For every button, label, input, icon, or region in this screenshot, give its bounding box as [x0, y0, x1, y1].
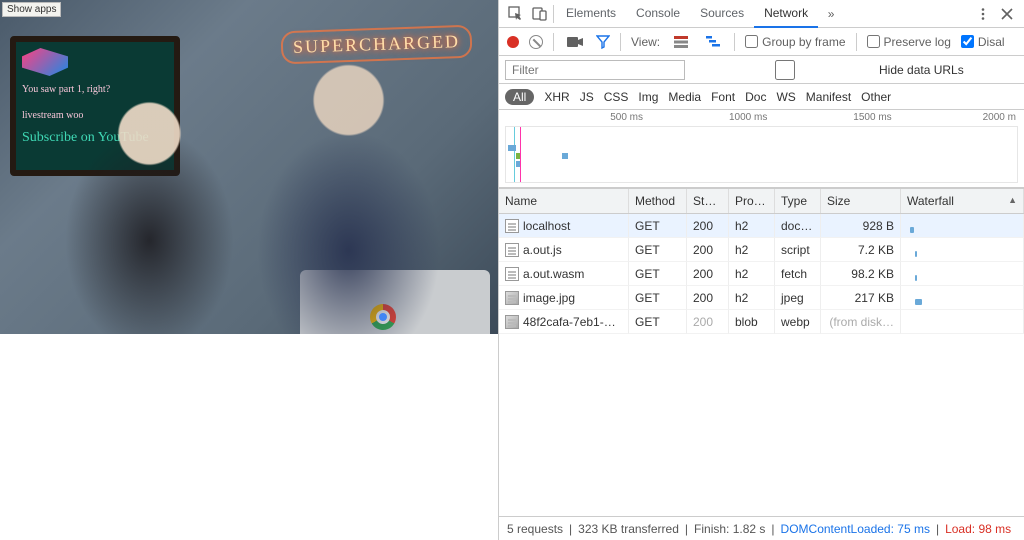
col-protocol: Pro…: [729, 189, 775, 213]
type-img[interactable]: Img: [638, 90, 658, 104]
file-icon: [505, 315, 519, 329]
file-icon: [505, 291, 519, 305]
status-load: Load: 98 ms: [945, 522, 1011, 536]
tab-network[interactable]: Network: [754, 0, 818, 28]
col-name: Name: [499, 189, 629, 213]
type-css[interactable]: CSS: [604, 90, 629, 104]
type-manifest[interactable]: Manifest: [806, 90, 851, 104]
status-finish: Finish: 1.82 s: [694, 522, 765, 536]
show-apps-tooltip: Show apps: [2, 2, 61, 17]
chalkboard: You saw part 1, right? livestream woo Su…: [10, 36, 180, 176]
table-row[interactable]: image.jpgGET200h2jpeg217 KB: [499, 286, 1024, 310]
type-ws[interactable]: WS: [776, 90, 795, 104]
type-media[interactable]: Media: [668, 90, 701, 104]
devtools-panel: Elements Console Sources Network »: [498, 0, 1024, 540]
filter-toggle-icon[interactable]: [596, 35, 610, 49]
type-font[interactable]: Font: [711, 90, 735, 104]
sort-indicator-icon: ▲: [1008, 195, 1017, 205]
more-tabs-icon[interactable]: »: [820, 3, 842, 25]
devtools-tabbar: Elements Console Sources Network »: [499, 0, 1024, 28]
camera-icon[interactable]: [564, 31, 586, 53]
close-devtools-icon[interactable]: [996, 3, 1018, 25]
table-row[interactable]: a.out.jsGET200h2script7.2 KB: [499, 238, 1024, 262]
type-all[interactable]: All: [505, 89, 534, 105]
col-waterfall: Waterfall▲: [901, 189, 1024, 213]
type-xhr[interactable]: XHR: [544, 90, 569, 104]
clear-button[interactable]: [529, 35, 543, 49]
inspect-element-icon[interactable]: [505, 3, 527, 25]
timeline-overview[interactable]: 500 ms 1000 ms 1500 ms 2000 m: [499, 110, 1024, 188]
waterfall-view-icon[interactable]: [702, 31, 724, 53]
table-row[interactable]: a.out.wasmGET200h2fetch98.2 KB: [499, 262, 1024, 286]
filter-input[interactable]: [505, 60, 685, 80]
device-toolbar-icon[interactable]: [529, 3, 551, 25]
type-other[interactable]: Other: [861, 90, 891, 104]
status-requests: 5 requests: [507, 522, 563, 536]
video-frame: Show apps You saw part 1, right? livestr…: [0, 0, 498, 334]
view-label: View:: [631, 35, 660, 49]
file-icon: [505, 243, 519, 257]
type-js[interactable]: JS: [580, 90, 594, 104]
neon-sign: SUPERCHARGED: [280, 25, 472, 65]
laptop: [300, 270, 490, 334]
status-bar: 5 requests| 323 KB transferred| Finish: …: [499, 516, 1024, 540]
tab-elements[interactable]: Elements: [556, 0, 626, 27]
col-size: Size: [821, 189, 901, 213]
network-toolbar: View: Group by frame Preserve log Disal: [499, 28, 1024, 56]
table-row[interactable]: 48f2cafa-7eb1-…GET200blobwebp(from disk…: [499, 310, 1024, 334]
video-pane: Show apps You saw part 1, right? livestr…: [0, 0, 498, 540]
col-type: Type: [775, 189, 821, 213]
polymer-logo: [22, 48, 68, 76]
filter-row: Hide data URLs: [499, 56, 1024, 84]
file-icon: [505, 267, 519, 281]
large-rows-icon[interactable]: [670, 31, 692, 53]
col-method: Method: [629, 189, 687, 213]
hide-data-urls-checkbox[interactable]: Hide data URLs: [695, 60, 964, 80]
type-doc[interactable]: Doc: [745, 90, 766, 104]
group-by-frame-checkbox[interactable]: Group by frame: [745, 35, 845, 49]
type-filter-row: All XHR JS CSS Img Media Font Doc WS Man…: [499, 84, 1024, 110]
col-status: Sta…: [687, 189, 729, 213]
preserve-log-checkbox[interactable]: Preserve log: [867, 35, 951, 49]
kebab-menu-icon[interactable]: [972, 3, 994, 25]
requests-table: Name Method Sta… Pro… Type Size Waterfal…: [499, 188, 1024, 516]
table-row[interactable]: localhostGET200h2doc…928 B: [499, 214, 1024, 238]
chrome-logo-icon: [370, 304, 396, 330]
tab-sources[interactable]: Sources: [690, 0, 754, 27]
tab-console[interactable]: Console: [626, 0, 690, 27]
file-icon: [505, 219, 519, 233]
status-dcl: DOMContentLoaded: 75 ms: [781, 522, 930, 536]
disable-cache-checkbox[interactable]: Disal: [961, 35, 1005, 49]
status-transferred: 323 KB transferred: [578, 522, 679, 536]
table-header[interactable]: Name Method Sta… Pro… Type Size Waterfal…: [499, 188, 1024, 214]
record-button[interactable]: [507, 36, 519, 48]
